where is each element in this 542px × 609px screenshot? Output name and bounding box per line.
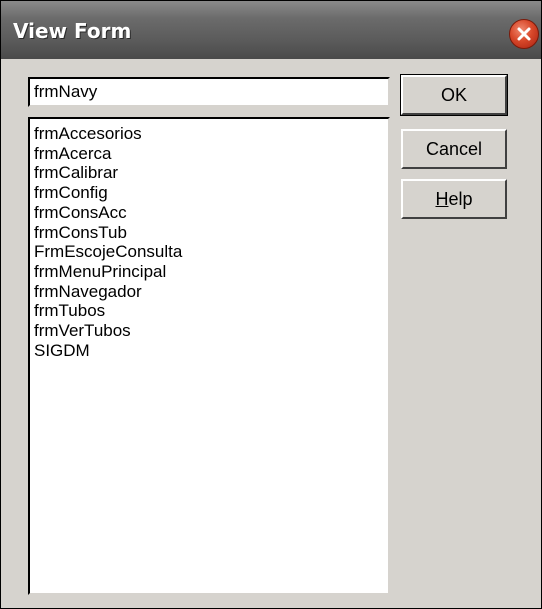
ok-button[interactable]: OK [400,74,508,116]
list-item[interactable]: frmAcerca [34,144,388,164]
cancel-button-label: Cancel [425,138,483,159]
close-icon [517,27,531,41]
help-button-label: Help [435,189,472,210]
list-item[interactable]: frmVerTubos [34,321,388,341]
ok-button-label: OK [440,84,467,105]
form-list[interactable]: frmAccesorios frmAcerca frmCalibrar frmC… [28,117,390,595]
list-item[interactable]: frmNavegador [34,282,388,302]
list-item[interactable]: frmTubos [34,301,388,321]
list-item[interactable]: frmConfig [34,183,388,203]
list-item[interactable]: frmMenuPrincipal [34,262,388,282]
list-item[interactable]: frmAccesorios [34,124,388,144]
list-item[interactable]: SIGDM [34,341,388,361]
list-item[interactable]: frmConsAcc [34,203,388,223]
dialog-body: frmNavy frmAccesorios frmAcerca frmCalib… [9,59,531,599]
list-item[interactable]: FrmEscojeConsulta [34,242,388,262]
list-item[interactable]: frmConsTub [34,223,388,243]
list-item[interactable]: frmCalibrar [34,163,388,183]
form-name-input[interactable]: frmNavy [28,77,390,107]
help-label-rest: elp [448,188,473,209]
view-form-dialog: View Form frmNavy frmAccesorios frmAcerc… [0,0,542,609]
window-title: View Form [13,19,132,43]
help-mnemonic: H [435,188,449,209]
title-bar[interactable]: View Form [1,1,541,59]
close-button[interactable] [509,19,539,49]
cancel-button[interactable]: Cancel [401,129,507,169]
help-button[interactable]: Help [401,179,507,219]
